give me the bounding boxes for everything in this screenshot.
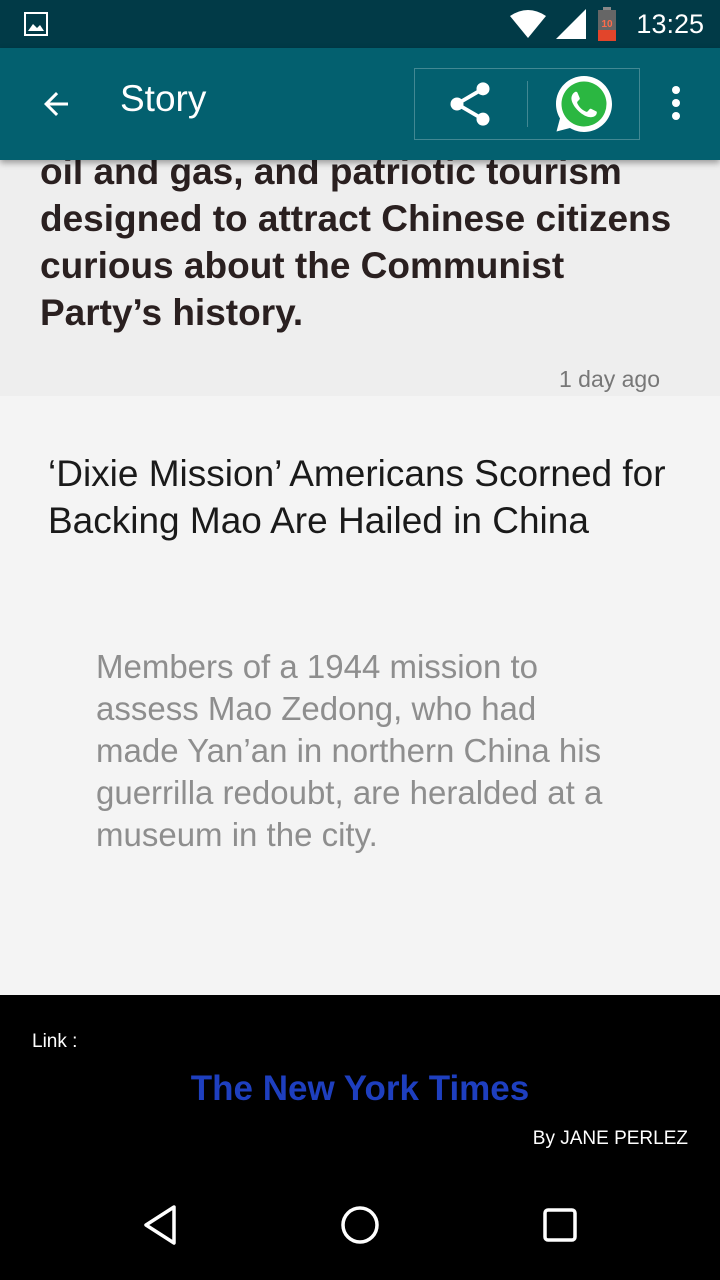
wifi-icon [510, 10, 547, 38]
cellular-signal-icon [556, 9, 587, 39]
back-triangle-icon [144, 1205, 176, 1245]
back-button[interactable] [28, 76, 84, 132]
whatsapp-icon [556, 76, 612, 132]
share-button[interactable] [415, 69, 525, 139]
battery-icon: 10 [598, 7, 617, 41]
nav-home-button[interactable] [330, 1195, 390, 1255]
recents-square-icon [543, 1208, 577, 1242]
more-vert-icon [672, 86, 680, 120]
home-circle-icon [341, 1206, 379, 1244]
app-bar: Story [0, 48, 720, 160]
story-card[interactable]: ‘Dixie Mission’ Americans Scorned for Ba… [0, 396, 720, 995]
action-divider [527, 81, 528, 127]
story-scroll-area[interactable]: oil and gas, and patriotic tourism desig… [0, 160, 720, 995]
nav-back-button[interactable] [130, 1195, 190, 1255]
previous-story-text: oil and gas, and patriotic tourism desig… [40, 160, 672, 333]
gallery-notification-icon [24, 12, 48, 36]
whatsapp-button[interactable] [529, 69, 639, 139]
share-icon [450, 82, 490, 126]
action-buttons [414, 68, 640, 140]
link-label: Link : [32, 1031, 78, 1052]
previous-story-time: 1 day ago [558, 366, 660, 392]
status-bar: 10 13:25 [0, 0, 720, 48]
navigation-bar [0, 1165, 720, 1280]
status-time: 13:25 [636, 8, 704, 39]
source-footer: Link : The New York Times By JANE PERLEZ [0, 995, 720, 1165]
svg-text:10: 10 [602, 19, 614, 30]
story-title: ‘Dixie Mission’ Americans Scorned for Ba… [48, 453, 666, 541]
source-link[interactable]: The New York Times [0, 1069, 720, 1109]
nav-recents-button[interactable] [530, 1195, 590, 1255]
back-arrow-icon [44, 92, 68, 116]
page-title: Story [120, 78, 207, 119]
status-icons: 10 13:25 [500, 6, 704, 42]
story-summary: Members of a 1944 mission to assess Mao … [96, 648, 603, 853]
more-options-button[interactable] [652, 68, 700, 138]
previous-story-card[interactable]: oil and gas, and patriotic tourism desig… [0, 160, 720, 396]
byline: By JANE PERLEZ [532, 1128, 688, 1149]
